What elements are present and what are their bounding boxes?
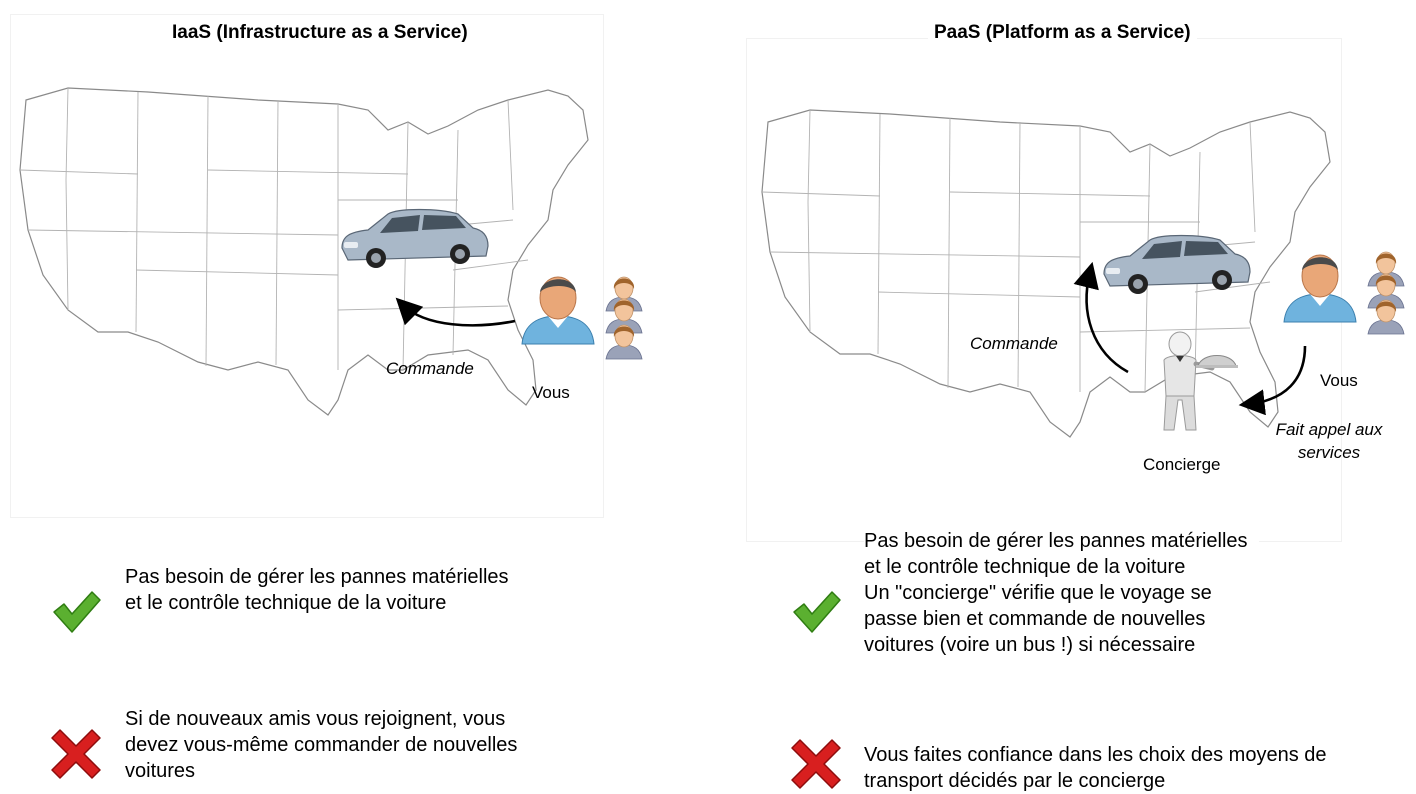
- us-map-left: [19, 87, 589, 416]
- fait-appel-label: Fait appel aux services: [1275, 420, 1383, 462]
- friends-icon: [605, 276, 643, 360]
- cross-icon: [791, 739, 841, 789]
- commande-arrow: [1073, 261, 1129, 374]
- friends-icon: [1367, 251, 1405, 335]
- paas-title: PaaS (Platform as a Service): [928, 22, 1197, 44]
- iaas-title: IaaS (Infrastructure as a Service): [166, 22, 474, 44]
- cross-icon: [51, 729, 101, 779]
- commande-label: Commande: [386, 359, 474, 378]
- us-map-right: [761, 109, 1331, 438]
- paas-con-text: Vous faites confiance dans les choix des…: [864, 744, 1327, 792]
- vous-label: Vous: [1320, 371, 1358, 390]
- car-icon: [341, 208, 489, 269]
- vous-label: Vous: [532, 383, 570, 402]
- user-icon: [1283, 254, 1357, 323]
- commande-arrow: [395, 297, 516, 327]
- commande-label: Commande: [970, 334, 1058, 353]
- user-icon: [521, 276, 595, 345]
- paas-pro-text: Pas besoin de gérer les pannes matériell…: [864, 528, 1259, 658]
- check-icon: [53, 591, 101, 633]
- concierge-icon: [1150, 330, 1250, 440]
- concierge-label: Concierge: [1143, 455, 1221, 474]
- fait-appel-arrow: [1238, 345, 1307, 416]
- check-icon: [793, 591, 841, 633]
- iaas-con-text: Si de nouveaux amis vous rejoignent, vou…: [125, 708, 518, 782]
- iaas-pro-text: Pas besoin de gérer les pannes matériell…: [125, 566, 509, 614]
